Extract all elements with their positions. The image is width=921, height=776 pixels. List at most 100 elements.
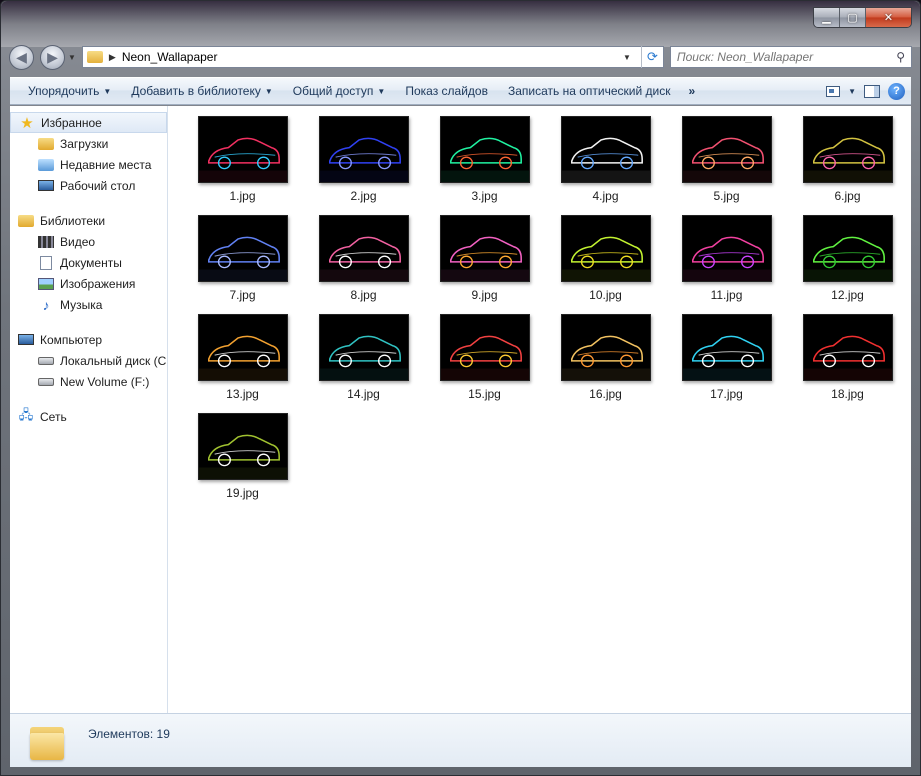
change-view-icon[interactable] <box>826 85 841 97</box>
chevron-down-icon: ▼ <box>264 86 273 96</box>
file-name: 18.jpg <box>831 387 864 401</box>
view-options-dropdown-icon[interactable]: ▼ <box>848 87 856 96</box>
sidebar-item-computer[interactable]: Компьютер <box>10 329 167 350</box>
chevron-down-icon: ▼ <box>377 86 386 96</box>
sidebar-item-music[interactable]: ♪ Музыка <box>10 294 167 315</box>
search-box[interactable]: ⚲ <box>669 46 912 68</box>
file-item[interactable]: 16.jpg <box>545 314 666 413</box>
image-thumbnail <box>439 116 530 183</box>
file-name: 14.jpg <box>347 387 380 401</box>
file-name: 11.jpg <box>710 288 743 302</box>
sidebar-item-label: Загрузки <box>60 136 109 151</box>
image-thumbnail <box>802 314 893 381</box>
add-to-library-button[interactable]: Добавить в библиотеку ▼ <box>121 84 282 98</box>
sidebar-item-label: Видео <box>60 234 96 249</box>
network-icon: 🖧 <box>18 406 34 422</box>
slideshow-button[interactable]: Показ слайдов <box>395 84 498 98</box>
breadcrumb-current-folder[interactable]: Neon_Wallapaper <box>122 50 613 64</box>
minimize-button[interactable]: ▁ <box>814 8 840 27</box>
file-item[interactable]: 15.jpg <box>424 314 545 413</box>
sidebar-item-documents[interactable]: Документы <box>10 252 167 273</box>
burn-disc-button[interactable]: Записать на оптический диск <box>498 84 681 98</box>
command-bar: Упорядочить ▼ Добавить в библиотеку ▼ Об… <box>10 77 911 105</box>
search-icon[interactable]: ⚲ <box>896 50 905 64</box>
explorer-window: ▁ ▢ ✕ ◀ ▶ ▼ ▶ Neon_Wallapaper ▼ ⟳ ⚲ Упор… <box>0 0 921 776</box>
sidebar-item-recent-places[interactable]: Недавние места <box>10 154 167 175</box>
preview-pane-icon[interactable] <box>864 84 880 98</box>
sidebar-item-label: Сеть <box>40 409 67 424</box>
sidebar-item-label: Недавние места <box>60 157 152 172</box>
sidebar-item-downloads[interactable]: Загрузки <box>10 133 167 154</box>
share-button[interactable]: Общий доступ ▼ <box>283 84 396 98</box>
libraries-icon <box>18 214 34 227</box>
sidebar-item-favorites[interactable]: ★ Избранное <box>10 112 167 133</box>
file-item[interactable]: 6.jpg <box>787 116 908 215</box>
address-bar[interactable]: ▶ Neon_Wallapaper ▼ ⟳ <box>81 46 664 68</box>
refresh-icon[interactable]: ⟳ <box>640 46 663 68</box>
image-thumbnail <box>681 215 772 282</box>
file-name: 16.jpg <box>589 387 622 401</box>
recent-pages-dropdown[interactable]: ▼ <box>68 53 76 62</box>
file-item[interactable]: 9.jpg <box>424 215 545 314</box>
sidebar-item-label: Изображения <box>60 276 136 291</box>
sidebar-item-desktop[interactable]: Рабочий стол <box>10 175 167 196</box>
file-item[interactable]: 13.jpg <box>182 314 303 413</box>
file-item[interactable]: 1.jpg <box>182 116 303 215</box>
burn-disc-label: Записать на оптический диск <box>507 84 671 98</box>
sidebar-item-new-volume-f[interactable]: New Volume (F:) <box>10 371 167 392</box>
file-item[interactable]: 4.jpg <box>545 116 666 215</box>
add-to-library-label: Добавить в библиотеку <box>131 84 261 98</box>
sidebar-item-local-disk-c[interactable]: Локальный диск (C:) <box>10 350 167 371</box>
file-item[interactable]: 18.jpg <box>787 314 908 413</box>
file-item[interactable]: 14.jpg <box>303 314 424 413</box>
breadcrumb-chevron-icon[interactable]: ▶ <box>109 52 116 63</box>
search-input[interactable] <box>676 50 897 64</box>
image-thumbnail <box>318 116 409 183</box>
image-thumbnail <box>681 314 772 381</box>
sidebar-item-libraries[interactable]: Библиотеки <box>10 210 167 231</box>
file-name: 9.jpg <box>471 288 498 302</box>
file-item[interactable]: 8.jpg <box>303 215 424 314</box>
sidebar-item-label: Избранное <box>41 115 102 130</box>
file-item[interactable]: 2.jpg <box>303 116 424 215</box>
image-thumbnail <box>318 215 409 282</box>
content-area: ★ Избранное Загрузки Недавние места Рабо… <box>10 106 911 713</box>
more-commands-button[interactable]: » <box>680 84 703 98</box>
file-item[interactable]: 7.jpg <box>182 215 303 314</box>
sidebar-item-pictures[interactable]: Изображения <box>10 273 167 294</box>
address-dropdown-icon[interactable]: ▼ <box>619 53 635 62</box>
file-list-view[interactable]: 1.jpg 2.jpg 3.jpg 4.jpg 5.jpg 6.jpg 7.jpg 8.jpg… <box>168 106 911 713</box>
maximize-button[interactable]: ▢ <box>840 8 866 27</box>
file-item[interactable]: 11.jpg <box>666 215 787 314</box>
image-thumbnail <box>197 413 288 480</box>
image-thumbnail <box>197 314 288 381</box>
file-item[interactable]: 3.jpg <box>424 116 545 215</box>
sidebar-item-label: New Volume (F:) <box>60 374 150 389</box>
file-name: 15.jpg <box>468 387 501 401</box>
window-title-bar[interactable] <box>1 1 920 47</box>
back-button[interactable]: ◀ <box>9 44 34 70</box>
forward-arrow-icon: ▶ <box>47 48 58 65</box>
close-button[interactable]: ✕ <box>866 8 911 27</box>
help-icon[interactable]: ? <box>888 82 905 100</box>
file-item[interactable]: 17.jpg <box>666 314 787 413</box>
folder-icon <box>86 51 103 63</box>
sidebar-item-network[interactable]: 🖧 Сеть <box>10 406 167 427</box>
details-pane: Элементов: 19 <box>10 713 911 767</box>
file-item[interactable]: 10.jpg <box>545 215 666 314</box>
image-thumbnail <box>802 116 893 183</box>
file-name: 12.jpg <box>831 288 864 302</box>
picture-icon <box>38 277 54 290</box>
image-thumbnail <box>560 215 651 282</box>
file-item[interactable]: 5.jpg <box>666 116 787 215</box>
organize-button[interactable]: Упорядочить ▼ <box>18 84 121 98</box>
file-item[interactable]: 19.jpg <box>182 413 303 512</box>
star-icon: ★ <box>20 114 34 132</box>
file-name: 10.jpg <box>589 288 622 302</box>
sidebar-item-label: Документы <box>60 255 122 270</box>
file-item[interactable]: 12.jpg <box>787 215 908 314</box>
sidebar-item-label: Библиотеки <box>40 213 106 228</box>
forward-button[interactable]: ▶ <box>40 44 65 70</box>
sidebar-item-video[interactable]: Видео <box>10 231 167 252</box>
image-thumbnail <box>439 215 530 282</box>
